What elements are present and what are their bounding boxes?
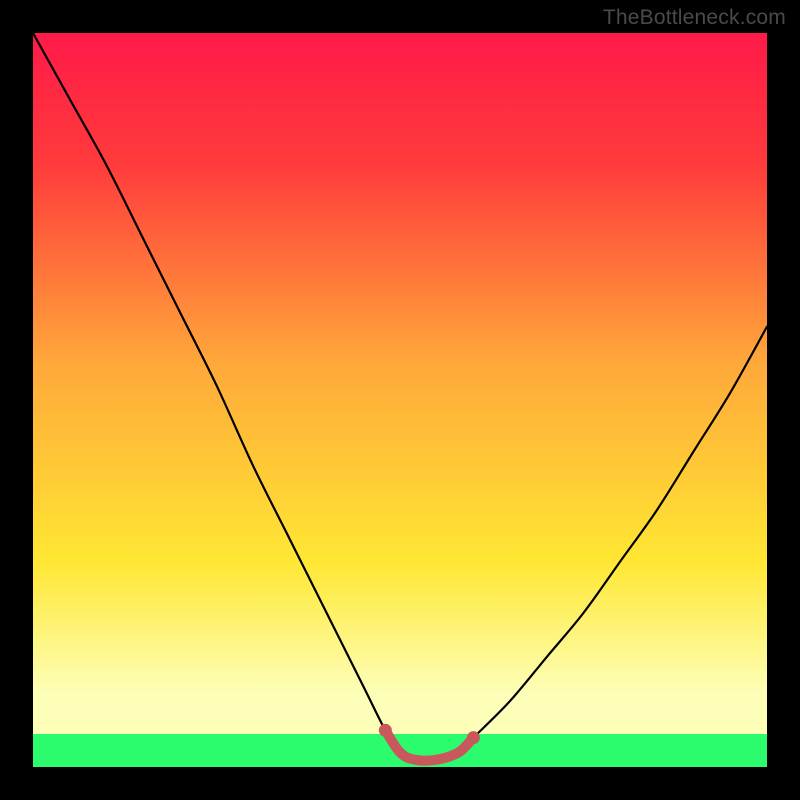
valley-end-dot bbox=[379, 724, 392, 737]
watermark-text: TheBottleneck.com bbox=[603, 6, 786, 30]
valley-end-dot bbox=[467, 731, 480, 744]
chart-frame: TheBottleneck.com bbox=[0, 0, 800, 800]
bottleneck-curve bbox=[33, 33, 767, 761]
plot-area bbox=[33, 33, 767, 767]
curve-layer bbox=[33, 33, 767, 767]
valley-highlight bbox=[385, 730, 473, 760]
